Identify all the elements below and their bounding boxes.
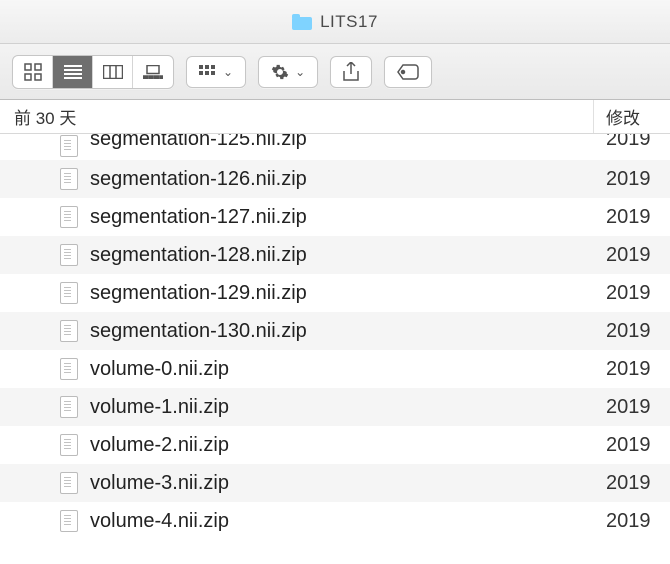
zip-file-icon <box>60 320 78 342</box>
tags-button[interactable] <box>384 56 432 88</box>
file-name: volume-2.nii.zip <box>90 434 229 457</box>
file-date: 2019 <box>594 282 670 305</box>
list-item[interactable]: segmentation-127.nii.zip 2019 <box>0 198 670 236</box>
file-date: 2019 <box>594 472 670 495</box>
zip-file-icon <box>60 358 78 380</box>
list-item[interactable]: volume-0.nii.zip 2019 <box>0 350 670 388</box>
grid-icon <box>24 63 42 81</box>
list-item[interactable]: segmentation-125.nii.zip 2019 <box>0 134 670 160</box>
icon-view-button[interactable] <box>13 56 53 88</box>
share-icon <box>343 62 359 82</box>
gear-icon <box>271 63 289 81</box>
list-item[interactable]: segmentation-126.nii.zip 2019 <box>0 160 670 198</box>
file-date: 2019 <box>594 396 670 419</box>
column-header-date[interactable]: 修改 <box>594 100 670 133</box>
column-view-button[interactable] <box>93 56 133 88</box>
arrange-button[interactable]: ⌄ <box>186 56 246 88</box>
file-date: 2019 <box>594 134 670 151</box>
folder-icon <box>292 14 312 30</box>
file-name: segmentation-125.nii.zip <box>90 134 307 151</box>
zip-file-icon <box>60 510 78 532</box>
share-button[interactable] <box>330 56 372 88</box>
list-icon <box>64 65 82 79</box>
column-header-name[interactable]: 前 30 天 <box>0 100 594 133</box>
zip-file-icon <box>60 434 78 456</box>
list-item[interactable]: volume-1.nii.zip 2019 <box>0 388 670 426</box>
view-mode-group <box>12 55 174 89</box>
list-item[interactable]: volume-2.nii.zip 2019 <box>0 426 670 464</box>
zip-file-icon <box>60 282 78 304</box>
zip-file-icon <box>60 244 78 266</box>
file-date: 2019 <box>594 510 670 533</box>
toolbar: ⌄ ⌄ <box>0 44 670 100</box>
zip-file-icon <box>60 472 78 494</box>
list-item[interactable]: segmentation-129.nii.zip 2019 <box>0 274 670 312</box>
file-date: 2019 <box>594 244 670 267</box>
file-name: segmentation-128.nii.zip <box>90 244 307 267</box>
zip-file-icon <box>60 396 78 418</box>
file-date: 2019 <box>594 206 670 229</box>
action-button[interactable]: ⌄ <box>258 56 318 88</box>
list-item[interactable]: volume-4.nii.zip 2019 <box>0 502 670 540</box>
file-name: volume-3.nii.zip <box>90 472 229 495</box>
list-item[interactable]: volume-3.nii.zip 2019 <box>0 464 670 502</box>
file-name: volume-0.nii.zip <box>90 358 229 381</box>
file-date: 2019 <box>594 168 670 191</box>
file-date: 2019 <box>594 320 670 343</box>
zip-file-icon <box>60 168 78 190</box>
list-view-button[interactable] <box>53 56 93 88</box>
chevron-down-icon: ⌄ <box>223 65 233 79</box>
gallery-icon <box>143 65 163 79</box>
window-title: LITS17 <box>320 12 378 32</box>
list-item[interactable]: segmentation-130.nii.zip 2019 <box>0 312 670 350</box>
zip-file-icon <box>60 135 78 157</box>
file-name: segmentation-127.nii.zip <box>90 206 307 229</box>
column-header-row: 前 30 天 修改 <box>0 100 670 134</box>
file-date: 2019 <box>594 434 670 457</box>
file-name: segmentation-129.nii.zip <box>90 282 307 305</box>
gallery-view-button[interactable] <box>133 56 173 88</box>
arrange-icon <box>199 65 217 79</box>
file-list: segmentation-125.nii.zip 2019 segmentati… <box>0 134 670 540</box>
file-name: segmentation-126.nii.zip <box>90 168 307 191</box>
file-name: volume-1.nii.zip <box>90 396 229 419</box>
file-name: segmentation-130.nii.zip <box>90 320 307 343</box>
tag-icon <box>397 64 419 80</box>
list-item[interactable]: segmentation-128.nii.zip 2019 <box>0 236 670 274</box>
columns-icon <box>103 65 123 79</box>
titlebar: LITS17 <box>0 0 670 44</box>
file-name: volume-4.nii.zip <box>90 510 229 533</box>
chevron-down-icon: ⌄ <box>295 65 305 79</box>
file-date: 2019 <box>594 358 670 381</box>
zip-file-icon <box>60 206 78 228</box>
